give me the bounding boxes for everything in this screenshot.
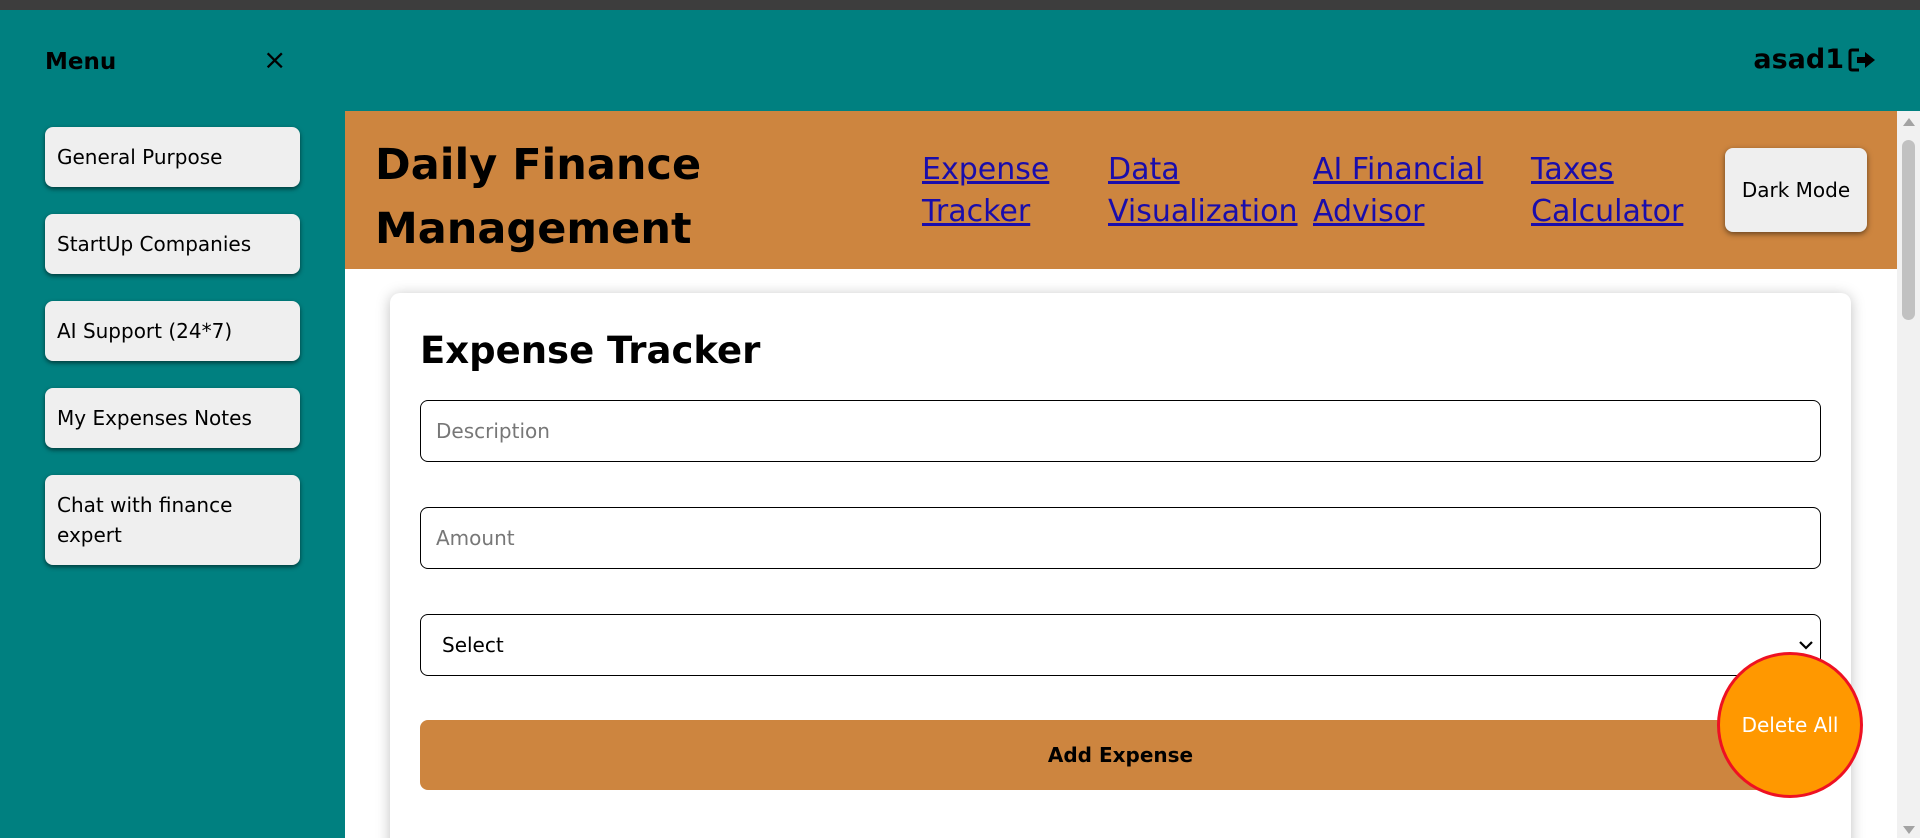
- dark-mode-button[interactable]: Dark Mode: [1725, 148, 1867, 232]
- sidebar-item-ai-support[interactable]: AI Support (24*7): [45, 301, 300, 361]
- nav-link-expense-tracker[interactable]: Expense Tracker: [922, 149, 1062, 233]
- top-bar: [0, 10, 1920, 111]
- scrollbar-thumb[interactable]: [1902, 140, 1915, 320]
- nav-link-taxes-calculator[interactable]: Taxes Calculator: [1531, 149, 1701, 233]
- sign-out-icon[interactable]: [1848, 47, 1878, 73]
- sidebar-item-general-purpose[interactable]: General Purpose: [45, 127, 300, 187]
- nav-link-ai-financial-advisor[interactable]: AI Financial Advisor: [1313, 149, 1493, 233]
- delete-all-button[interactable]: Delete All: [1717, 652, 1863, 798]
- menu-title: Menu: [45, 49, 117, 75]
- close-menu-icon[interactable]: ×: [263, 44, 286, 76]
- nav-link-data-visualization[interactable]: Data Visualization: [1108, 149, 1298, 233]
- expense-tracker-title: Expense Tracker: [420, 329, 761, 372]
- sidebar-item-my-expenses-notes[interactable]: My Expenses Notes: [45, 388, 300, 448]
- sidebar-item-label: AI Support (24*7): [57, 319, 233, 343]
- sidebar-item-label: StartUp Companies: [57, 232, 252, 256]
- main-content: Daily Finance Management Expense Tracker…: [345, 111, 1897, 838]
- user-area[interactable]: asad1: [1753, 44, 1878, 75]
- description-input[interactable]: [420, 400, 1821, 462]
- category-select[interactable]: Select: [420, 614, 1821, 676]
- expense-tracker-card: Expense Tracker Select Add Expense: [390, 293, 1851, 838]
- sidebar-item-label: Chat with finance expert: [57, 493, 233, 547]
- scroll-down-arrow-icon[interactable]: [1903, 826, 1915, 834]
- username: asad1: [1753, 44, 1844, 75]
- browser-top-strip: [0, 0, 1920, 10]
- sidebar: General Purpose StartUp Companies AI Sup…: [0, 111, 345, 838]
- chevron-down-icon: [1799, 641, 1813, 650]
- sidebar-item-startup-companies[interactable]: StartUp Companies: [45, 214, 300, 274]
- scrollbar[interactable]: [1897, 111, 1920, 838]
- amount-input[interactable]: [420, 507, 1821, 569]
- app-title: Daily Finance Management: [375, 140, 702, 254]
- sidebar-item-label: General Purpose: [57, 145, 223, 169]
- sidebar-item-label: My Expenses Notes: [57, 406, 252, 430]
- category-select-value: Select: [442, 633, 504, 657]
- scroll-up-arrow-icon[interactable]: [1903, 118, 1915, 126]
- add-expense-button[interactable]: Add Expense: [420, 720, 1821, 790]
- app-header: Daily Finance Management Expense Tracker…: [345, 111, 1897, 269]
- sidebar-item-chat-with-finance-expert[interactable]: Chat with finance expert: [45, 475, 300, 565]
